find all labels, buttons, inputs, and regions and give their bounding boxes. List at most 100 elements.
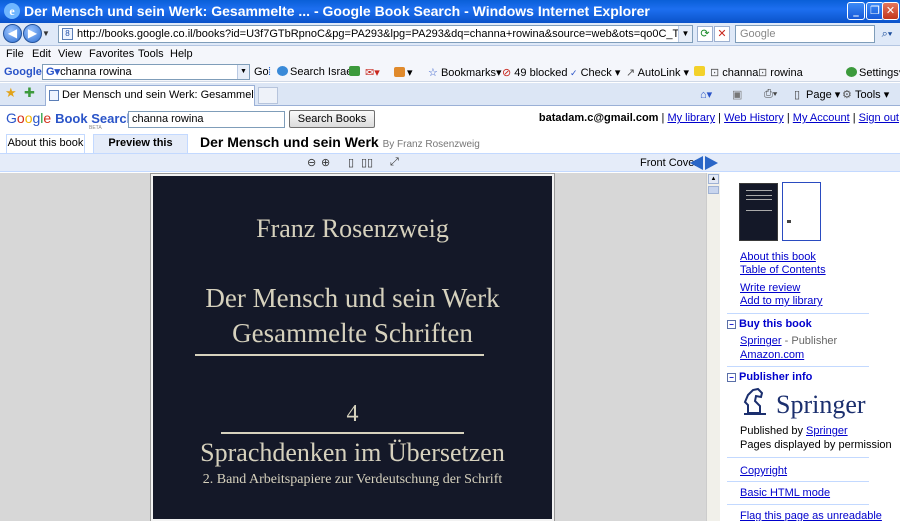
tab-about-this-book[interactable]: About this book [6, 134, 85, 153]
new-tab-button[interactable] [258, 87, 278, 104]
search-books-button[interactable]: Search Books [289, 110, 375, 128]
single-page-icon[interactable]: ▯ [348, 156, 354, 169]
zoom-in-icon[interactable]: ⊕ [321, 156, 330, 169]
bookmarks-button[interactable]: ☆ Bookmarks▾ [428, 66, 501, 79]
page-thumbnail[interactable] [782, 182, 821, 241]
popup-blocker-button[interactable]: ⊘ 49 blocked [502, 66, 568, 79]
my-library-link[interactable]: My library [667, 112, 715, 124]
tab-bar: ★ ✚ Der Mensch und sein Werk: Gesammelte… [0, 83, 900, 106]
add-to-library-link[interactable]: Add to my library [740, 295, 823, 307]
page-menu[interactable]: Page ▾ [806, 88, 840, 101]
popup-blocked-icon: ⊘ [502, 67, 512, 79]
settings-button[interactable]: Settings▾ [846, 66, 900, 79]
search-term-rowina[interactable]: ⊡ rowina [758, 66, 803, 79]
logo-beta: BETA [89, 125, 102, 131]
scroll-up-icon[interactable]: ▲ [708, 174, 719, 184]
favorites-star-icon[interactable]: ★ [5, 85, 17, 101]
flag-unreadable-link[interactable]: Flag this page as unreadable [740, 510, 882, 521]
web-history-link[interactable]: Web History [724, 112, 784, 124]
publisher-info-header[interactable]: − Publisher info [727, 371, 812, 383]
star-icon: ☆ [428, 67, 438, 79]
google-book-search-logo[interactable]: Google Book Search BETA [6, 110, 135, 131]
menu-file[interactable]: File [6, 48, 24, 60]
collapse-icon[interactable]: − [727, 373, 736, 382]
cover-subtitle: Sprachdenken im Übersetzen [200, 438, 505, 467]
spellcheck-button[interactable]: ✓ Check ▾ [570, 66, 620, 79]
collapse-icon[interactable]: − [727, 320, 736, 329]
two-page-icon[interactable]: ▯▯ [361, 156, 373, 169]
springer-buy-link[interactable]: Springer [740, 335, 782, 347]
next-page-icon[interactable] [705, 156, 718, 170]
recent-pages-dropdown-icon[interactable]: ▼ [42, 29, 50, 38]
close-button[interactable]: ✕ [882, 2, 899, 20]
search-icon[interactable]: ⌕▾ [877, 26, 897, 42]
go-button[interactable]: Go [254, 66, 269, 78]
cover-thumbnail[interactable] [739, 183, 778, 241]
abc-check-icon: ✓ [570, 68, 578, 78]
publisher-tag: - Publisher [781, 335, 838, 347]
print-icon[interactable]: ⎙▾ [764, 88, 777, 101]
menu-favorites[interactable]: Favorites [89, 48, 134, 60]
refresh-icon[interactable]: ⟳ [697, 26, 713, 42]
search-israel-button[interactable]: Search Israel [277, 66, 355, 78]
about-this-book-link[interactable]: About this book [740, 251, 816, 263]
previous-page-icon[interactable] [690, 156, 703, 170]
news-icon[interactable] [349, 66, 362, 78]
menu-edit[interactable]: Edit [32, 48, 51, 60]
table-of-contents-link[interactable]: Table of Contents [740, 264, 826, 276]
page-icon: ▯ [794, 89, 801, 101]
viewer-scrollbar[interactable]: ▲ [706, 173, 720, 521]
sidebar: About this book Table of Contents Write … [722, 173, 900, 521]
minimize-button[interactable]: _ [847, 2, 865, 20]
write-review-link[interactable]: Write review [740, 282, 800, 294]
book-search-input[interactable]: channa rowina [128, 111, 285, 128]
home-icon[interactable]: ⌂▾ [700, 88, 712, 101]
book-viewer[interactable]: Franz Rosenzweig Der Mensch und sein Wer… [0, 173, 706, 521]
cover-subtitle-small: 2. Band Arbeitspapiere zur Verdeutschung… [202, 472, 503, 487]
published-by-springer-link[interactable]: Springer [806, 425, 848, 437]
viewer-toolbar: ⊖ ⊕ ▯ ▯▯ ⤢ Front Cover [0, 153, 900, 172]
copyright-link[interactable]: Copyright [740, 465, 787, 477]
buy-this-book-header[interactable]: − Buy this book [727, 318, 812, 330]
my-account-link[interactable]: My Account [793, 112, 850, 124]
google-toolbar-search-input[interactable]: G▾channa rowina ▼ [42, 64, 250, 80]
menu-tools[interactable]: Tools [138, 48, 164, 60]
feeds-icon[interactable]: ▣ [732, 88, 742, 101]
stop-icon[interactable]: ✕ [714, 26, 730, 42]
back-button[interactable]: ◀ [3, 24, 22, 43]
sign-out-link[interactable]: Sign out [859, 112, 899, 124]
live-search-input[interactable]: Google [735, 25, 875, 43]
search-term-channa[interactable]: ⊡ channa [710, 66, 758, 79]
basic-html-mode-link[interactable]: Basic HTML mode [740, 487, 830, 499]
google-toolbar-brand[interactable]: Google [4, 66, 42, 78]
zoom-out-icon[interactable]: ⊖ [307, 156, 316, 169]
menu-view[interactable]: View [58, 48, 82, 60]
autolink-label: AutoLink ▾ [637, 67, 690, 79]
scroll-thumb[interactable] [708, 186, 719, 194]
divider [727, 457, 869, 458]
page-icon: 8 [62, 28, 73, 40]
menu-bar: File Edit View Favorites Tools Help [0, 46, 900, 63]
amazon-link[interactable]: Amazon.com [740, 349, 804, 361]
forward-button[interactable]: ▶ [23, 24, 42, 43]
fullscreen-icon[interactable]: ⤢ [390, 156, 399, 169]
user-email: batadam.c@gmail.com [538, 112, 659, 124]
tools-toolbar-icon[interactable]: ▾ [394, 66, 413, 79]
autolink-button[interactable]: ↗ AutoLink ▾ [626, 66, 689, 79]
check-label: Check ▾ [580, 67, 621, 79]
gmail-icon[interactable]: ✉▾ [365, 66, 380, 79]
url-dropdown-icon[interactable]: ▼ [678, 26, 692, 42]
link-separator: | [849, 112, 859, 124]
add-favorite-icon[interactable]: ✚ [24, 85, 35, 101]
tab-active[interactable]: Der Mensch und sein Werk: Gesammelte ...… [45, 85, 255, 106]
page-content: Google Book Search BETA channa rowina Se… [0, 107, 900, 521]
tools-menu[interactable]: Tools ▾ [855, 88, 889, 101]
published-by-label: Published by [740, 425, 807, 437]
highlight-icon[interactable] [694, 66, 707, 78]
tab-preview-this-book[interactable]: Preview this book [93, 134, 188, 166]
menu-help[interactable]: Help [170, 48, 193, 60]
google-toolbar-dropdown-icon[interactable]: ▼ [237, 65, 249, 79]
springer-logo[interactable]: Springer [740, 385, 880, 425]
divider [727, 481, 869, 482]
url-field[interactable]: 8 http://books.google.co.il/books?id=U3f… [58, 25, 693, 43]
